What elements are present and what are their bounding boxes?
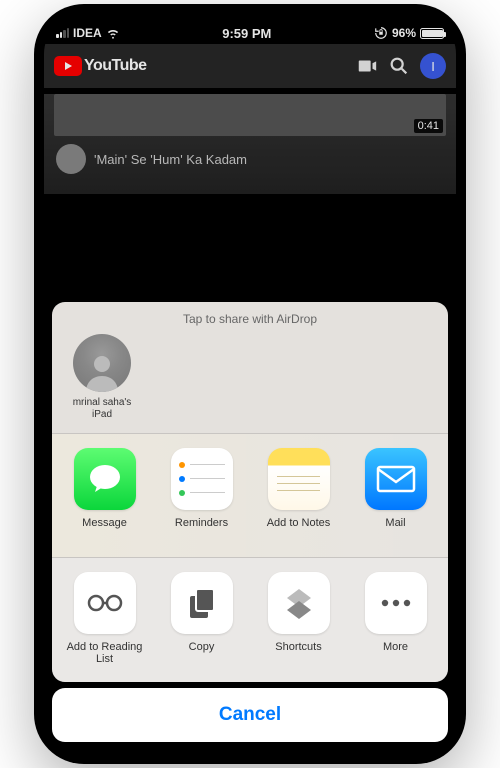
share-app-label: Mail (385, 517, 405, 541)
action-label: Add to Reading List (62, 641, 147, 666)
action-label: More (383, 641, 408, 665)
screen: IDEA 9:59 PM 96% YouTube I (44, 14, 456, 754)
device-frame: IDEA 9:59 PM 96% YouTube I (34, 4, 466, 764)
airdrop-hint: Tap to share with AirDrop (52, 310, 448, 334)
share-sheet: Tap to share with AirDrop mrinal saha's … (52, 302, 448, 682)
airdrop-section: Tap to share with AirDrop mrinal saha's … (52, 302, 448, 433)
share-app-mail[interactable]: Mail (353, 448, 438, 541)
share-app-notes[interactable]: Add to Notes (256, 448, 341, 541)
action-copy[interactable]: Copy (159, 572, 244, 666)
airdrop-target-label: mrinal saha's iPad (66, 397, 138, 421)
action-shortcuts[interactable]: Shortcuts (256, 572, 341, 666)
share-apps-row[interactable]: Message (52, 434, 448, 557)
share-sheet-overlay: Tap to share with AirDrop mrinal saha's … (44, 14, 456, 754)
mail-icon (365, 448, 427, 510)
share-app-label: Message (82, 517, 127, 541)
message-icon (74, 448, 136, 510)
reading-list-icon (74, 572, 136, 634)
copy-icon (171, 572, 233, 634)
share-app-label: Add to Notes (267, 517, 331, 541)
action-label: Copy (189, 641, 215, 665)
notes-icon (268, 448, 330, 510)
cancel-label: Cancel (219, 704, 281, 726)
share-app-reminders[interactable]: Reminders (159, 448, 244, 541)
share-app-message[interactable]: Message (62, 448, 147, 541)
action-reading-list[interactable]: Add to Reading List (62, 572, 147, 666)
share-actions-row[interactable]: Add to Reading List Copy Shortcuts (52, 558, 448, 682)
action-label: Shortcuts (275, 641, 321, 665)
share-app-label: Reminders (175, 517, 228, 541)
reminders-icon (171, 448, 233, 510)
action-more[interactable]: More (353, 572, 438, 666)
person-silhouette-icon (73, 334, 131, 392)
shortcuts-icon (268, 572, 330, 634)
more-icon (365, 572, 427, 634)
airdrop-target[interactable]: mrinal saha's iPad (66, 334, 138, 421)
cancel-button[interactable]: Cancel (52, 688, 448, 742)
